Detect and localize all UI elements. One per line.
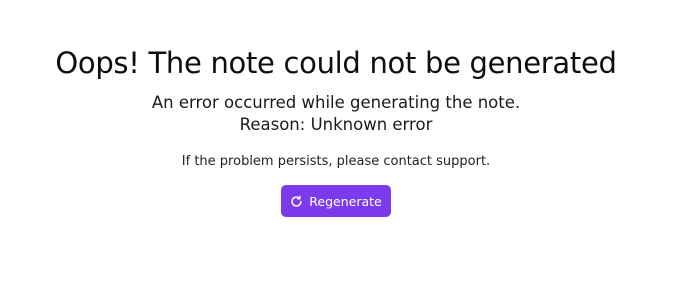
refresh-icon <box>290 195 303 208</box>
error-panel: Oops! The note could not be generated An… <box>0 0 688 297</box>
support-note: If the problem persists, please contact … <box>181 154 491 169</box>
regenerate-button[interactable]: Regenerate <box>281 185 391 217</box>
regenerate-label: Regenerate <box>309 193 382 209</box>
error-reason: Reason: Unknown error <box>239 115 433 134</box>
error-title: Oops! The note could not be generated <box>55 46 617 80</box>
error-message: An error occurred while generating the n… <box>151 93 521 112</box>
